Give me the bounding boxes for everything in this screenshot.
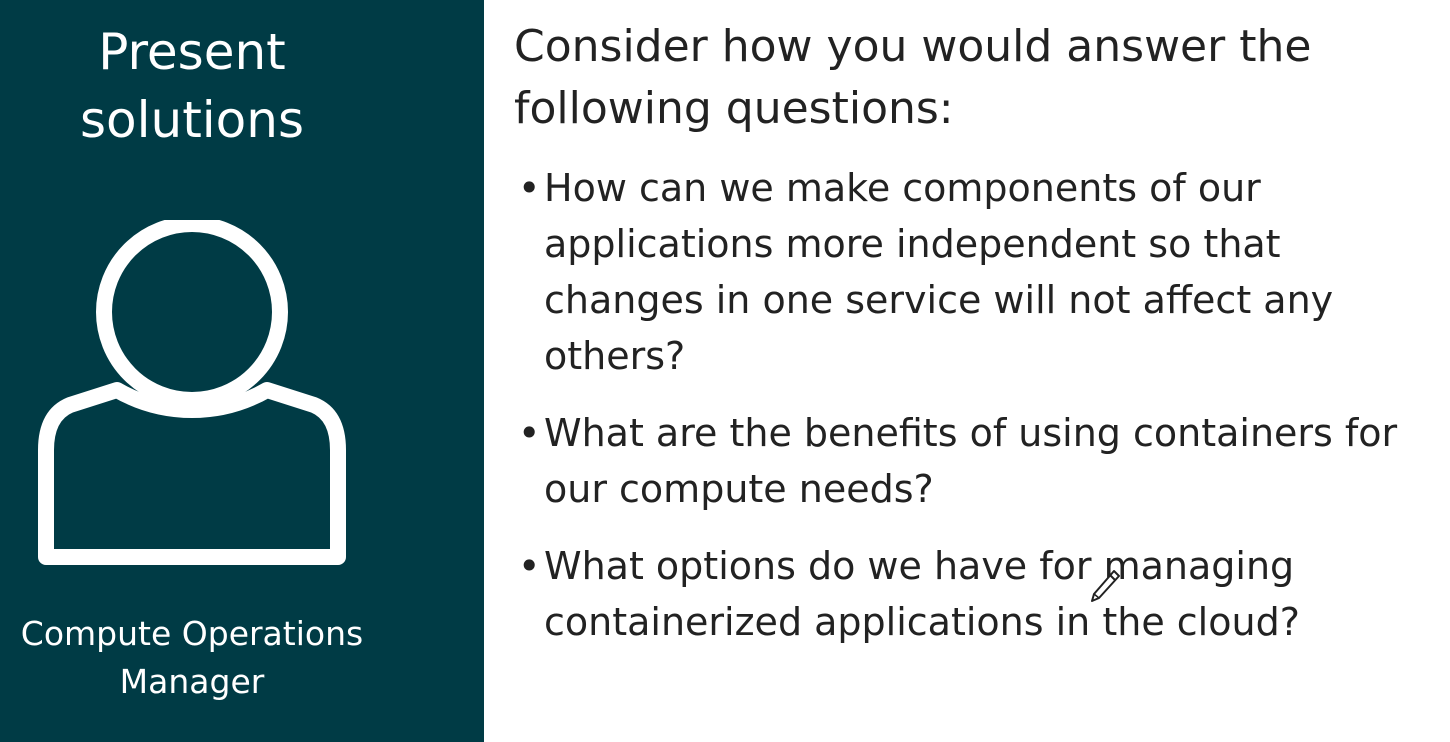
left-panel: Present solutions Compute Operations Man…	[0, 0, 484, 742]
question-text: What options do we have for managing con…	[544, 544, 1300, 644]
question-item: • What options do we have for managing c…	[514, 538, 1444, 650]
question-item: • What are the benefits of using contain…	[514, 405, 1444, 517]
question-item: • How can we make components of our appl…	[514, 160, 1444, 384]
slide: Present solutions Compute Operations Man…	[0, 0, 1450, 742]
bullet-icon: •	[518, 166, 541, 210]
role-label-line-2: Manager	[119, 662, 265, 701]
role-label: Compute Operations Manager	[0, 610, 384, 706]
question-list: • How can we make components of our appl…	[514, 160, 1444, 671]
role-label-line-1: Compute Operations	[20, 614, 364, 653]
panel-title-line-2: solutions	[79, 91, 305, 149]
user-silhouette-icon	[32, 220, 352, 580]
right-panel: Consider how you would answer the follow…	[484, 0, 1450, 742]
panel-title: Present solutions	[0, 18, 384, 154]
question-text: How can we make components of our applic…	[544, 166, 1334, 378]
bullet-icon: •	[518, 544, 541, 588]
panel-title-line-1: Present	[98, 23, 286, 81]
bullet-icon: •	[518, 411, 541, 455]
intro-text: Consider how you would answer the follow…	[514, 21, 1312, 134]
question-text: What are the benefits of using container…	[544, 411, 1398, 511]
